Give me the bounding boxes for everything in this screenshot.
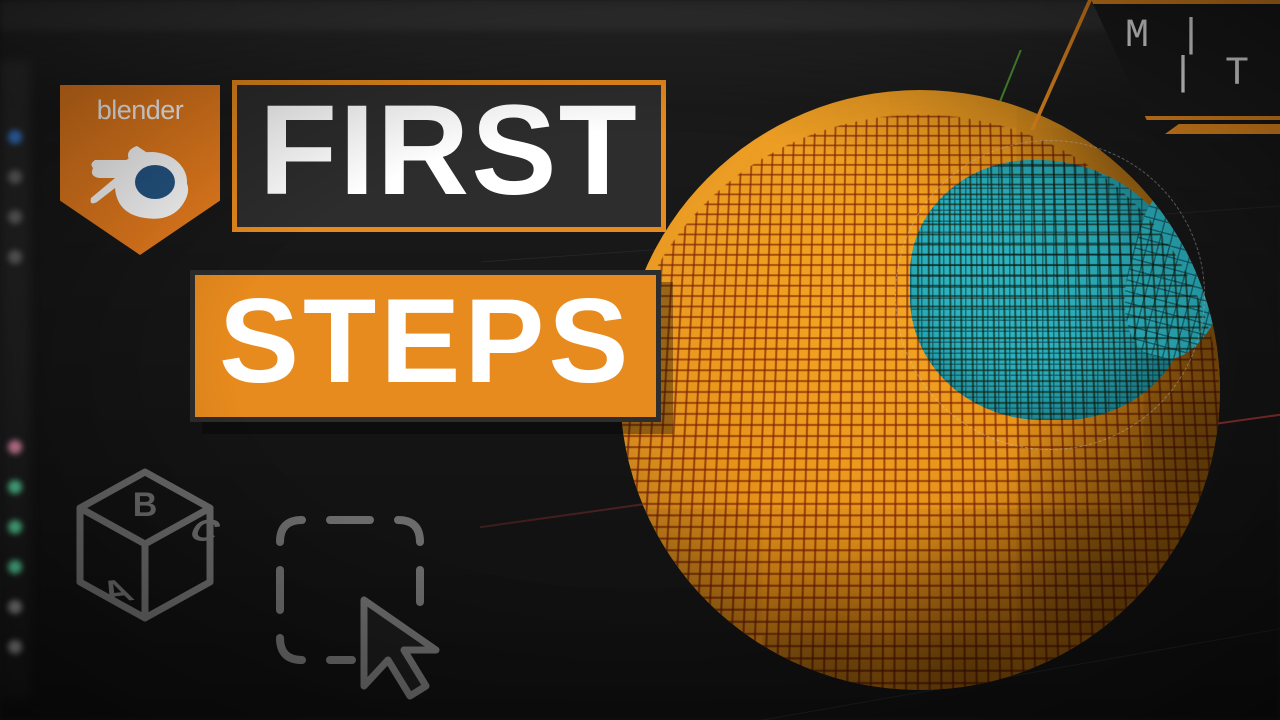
channel-initial-m: M (1125, 14, 1152, 59)
toolbar-dot (8, 520, 22, 534)
toolbar-dot (8, 170, 22, 184)
toolbar-dot (8, 640, 22, 654)
title-text-steps: STEPS (219, 281, 632, 401)
toolbar-dot (8, 210, 22, 224)
svg-text:B: B (133, 486, 158, 524)
title-card-first: FIRST (232, 80, 666, 232)
toolbar-dot (8, 480, 22, 494)
toolbar-dot (8, 130, 22, 144)
select-cursor-icon (260, 500, 460, 700)
blender-badge: blender (60, 85, 220, 255)
blender-logo-icon (85, 132, 195, 222)
toolbar-dot (8, 600, 22, 614)
toolbar-dot (8, 440, 22, 454)
blender-label: blender (97, 95, 184, 126)
mesh-sphere (620, 90, 1220, 690)
abc-cube-icon: B A C (60, 460, 230, 630)
toolbar-dot (8, 250, 22, 264)
channel-logo: M | | T (1050, 0, 1280, 130)
title-text-first: FIRST (259, 87, 639, 215)
title-card-steps: STEPS (190, 270, 661, 422)
channel-initial-t: T (1225, 52, 1252, 97)
toolbar-dot (8, 560, 22, 574)
